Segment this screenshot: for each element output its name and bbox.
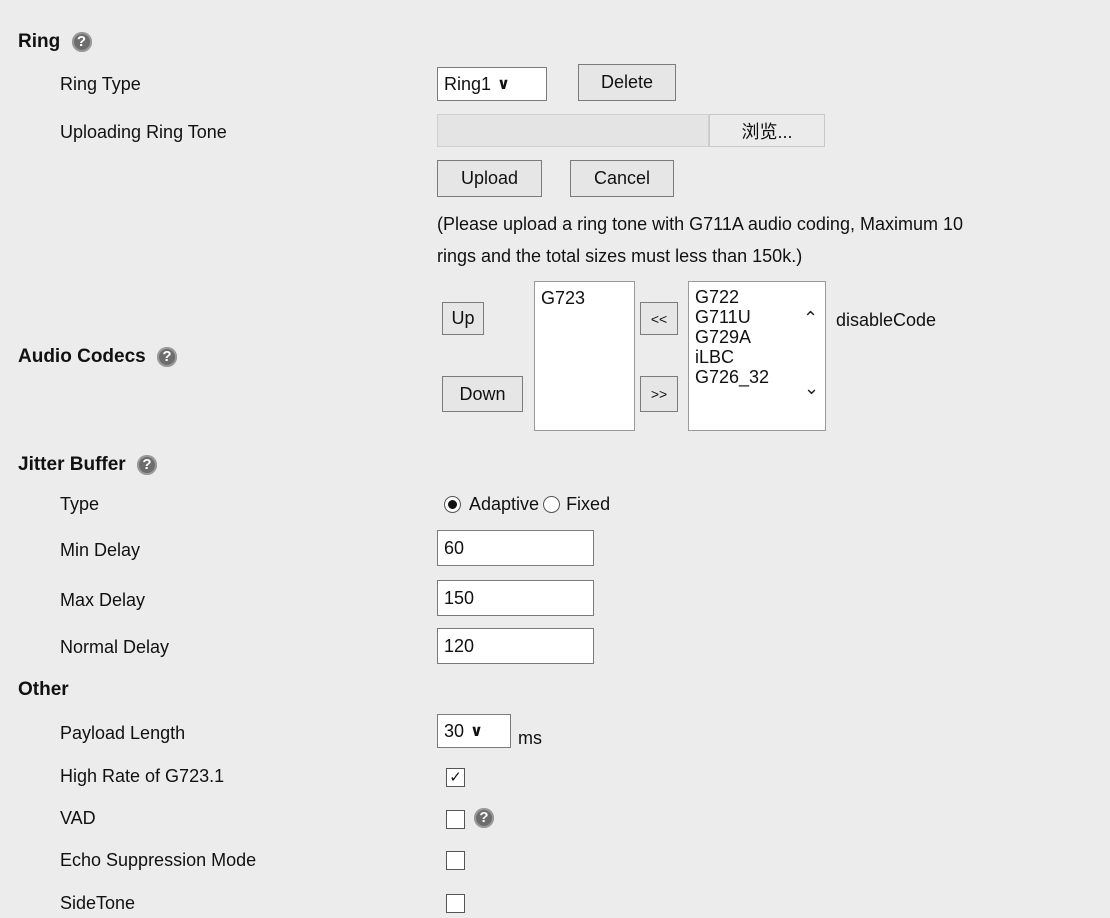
codec-up-button[interactable]: Up: [442, 302, 484, 335]
jitter-buffer-section-title: Jitter Buffer ?: [18, 454, 157, 476]
vad-checkbox[interactable]: [446, 810, 465, 829]
jitter-buffer-help-icon[interactable]: ?: [136, 454, 157, 475]
chevron-down-icon: ∨: [470, 723, 484, 740]
cancel-button[interactable]: Cancel: [570, 160, 674, 197]
payload-unit: ms: [518, 728, 542, 748]
ring-tone-note-line1: (Please upload a ring tone with G711A au…: [437, 214, 963, 234]
delete-ring-button[interactable]: Delete: [578, 64, 676, 101]
ring-tone-file-path[interactable]: [437, 114, 709, 147]
ring-tone-note-line2: rings and the total sizes must less than…: [437, 246, 803, 266]
adaptive-label: Adaptive: [469, 494, 540, 514]
disabled-codecs-caption: disableCode: [836, 310, 937, 330]
enabled-codecs-list[interactable]: G723: [534, 281, 635, 431]
min-delay-label: Min Delay: [60, 540, 141, 560]
payload-length-select[interactable]: 30 ∨: [437, 714, 511, 748]
payload-length-label: Payload Length: [60, 723, 186, 743]
sidetone-checkbox[interactable]: [446, 894, 465, 913]
jitter-type-options: Adaptive Fixed: [444, 494, 610, 515]
codec-list-item[interactable]: G729A: [695, 327, 825, 347]
codec-list-item[interactable]: G722: [695, 287, 825, 307]
other-section-title: Other: [18, 679, 69, 700]
vad-help-icon[interactable]: ?: [474, 808, 494, 828]
min-delay-input[interactable]: 60: [437, 530, 594, 566]
payload-length-value: 30: [444, 720, 465, 741]
ring-type-select[interactable]: Ring1 ∨: [437, 67, 547, 101]
high-rate-g7231-checkbox[interactable]: ✓: [446, 768, 465, 787]
adaptive-radio[interactable]: [444, 496, 461, 513]
codec-down-button[interactable]: Down: [442, 376, 523, 412]
ring-help-icon[interactable]: ?: [71, 31, 92, 52]
normal-delay-label: Normal Delay: [60, 637, 170, 657]
move-codec-right-button[interactable]: >>: [640, 376, 678, 412]
move-codec-left-button[interactable]: <<: [640, 302, 678, 335]
checkmark-icon: ✓: [449, 769, 462, 786]
audio-codecs-section-title: Audio Codecs ?: [18, 346, 178, 368]
sidetone-label: SideTone: [60, 893, 136, 913]
uploading-ring-tone-label: Uploading Ring Tone: [60, 122, 227, 142]
high-rate-g7231-label: High Rate of G723.1: [60, 766, 225, 786]
codec-list-item[interactable]: iLBC: [695, 347, 825, 367]
fixed-radio[interactable]: [543, 496, 561, 513]
ring-type-value: Ring1: [444, 73, 492, 94]
browse-button[interactable]: 浏览...: [709, 114, 825, 147]
ring-section-title: Ring ?: [18, 31, 92, 53]
disabled-codecs-list[interactable]: G722 G711U G729A iLBC G726_32: [688, 281, 826, 431]
scroll-up-icon[interactable]: ⌃: [803, 308, 818, 329]
audio-codecs-help-icon[interactable]: ?: [157, 346, 178, 367]
max-delay-label: Max Delay: [60, 590, 146, 610]
ring-type-label: Ring Type: [60, 74, 141, 94]
codec-list-item[interactable]: G723: [541, 288, 634, 308]
upload-button[interactable]: Upload: [437, 160, 542, 197]
fixed-label: Fixed: [566, 494, 611, 514]
vad-label: VAD: [60, 808, 96, 828]
scroll-down-icon[interactable]: ⌄: [804, 378, 819, 399]
chevron-down-icon: ∨: [497, 76, 511, 93]
echo-suppression-label: Echo Suppression Mode: [60, 850, 257, 870]
echo-suppression-checkbox[interactable]: [446, 851, 465, 870]
jitter-type-label: Type: [60, 494, 100, 514]
max-delay-input[interactable]: 150: [437, 580, 594, 616]
normal-delay-input[interactable]: 120: [437, 628, 594, 664]
